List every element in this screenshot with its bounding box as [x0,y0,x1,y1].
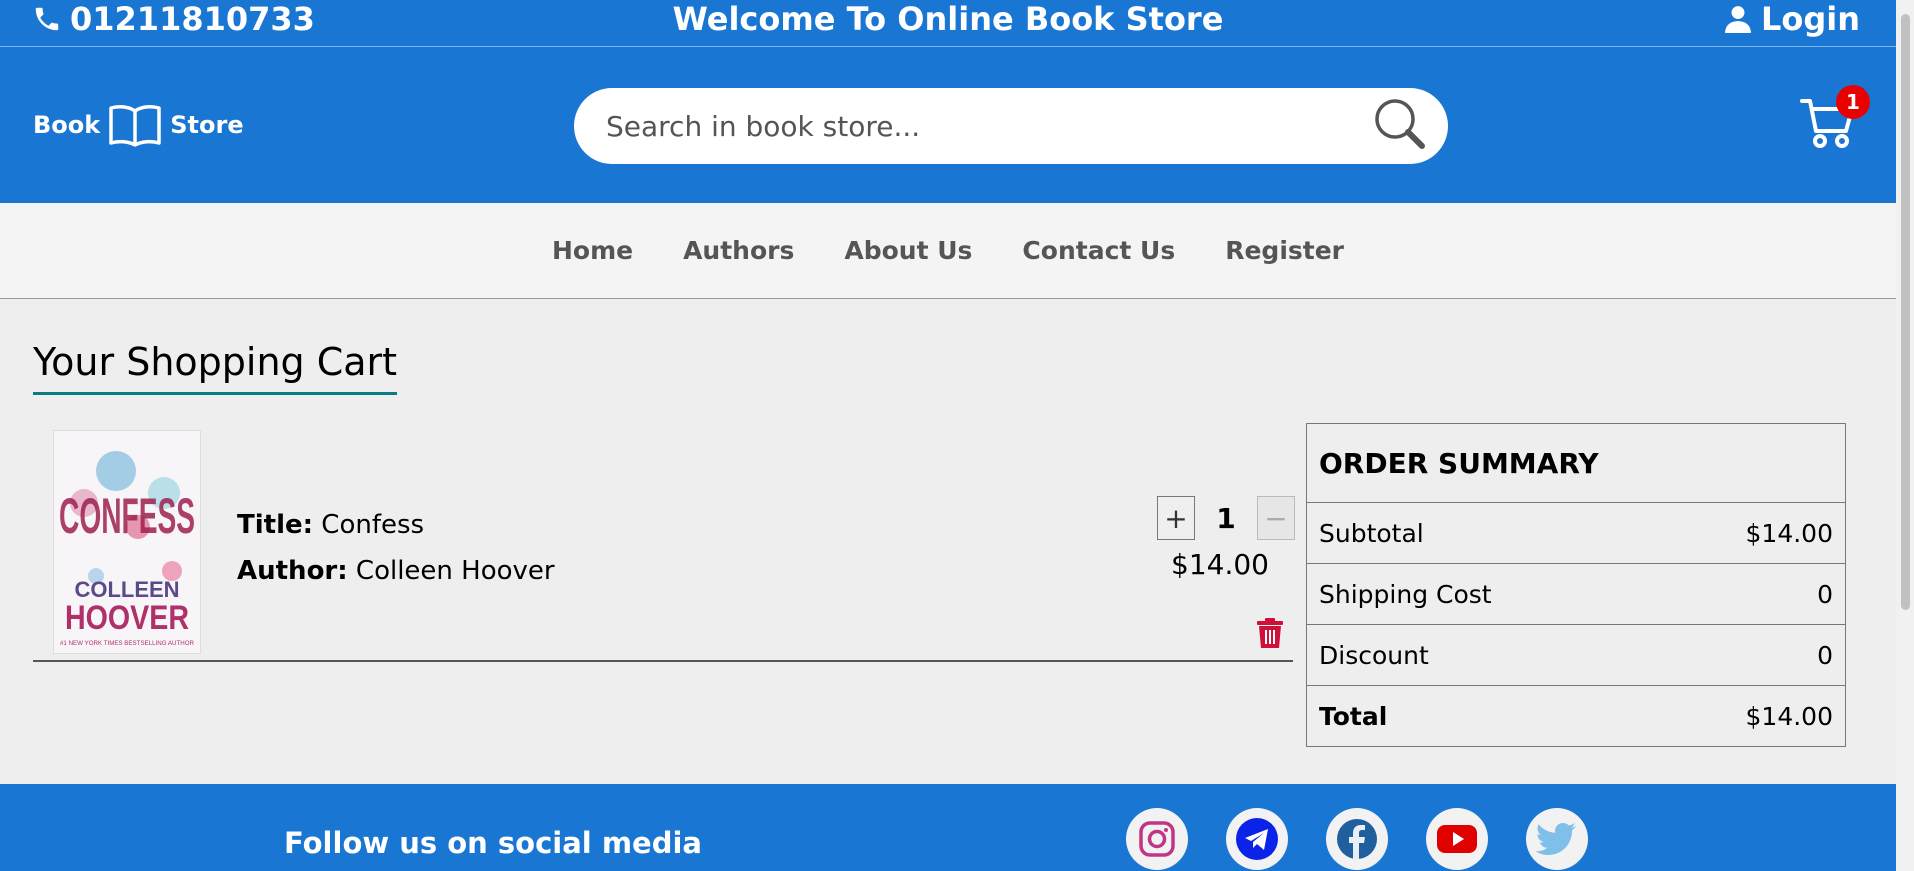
instagram-icon [1139,821,1175,857]
book-title-label: Title: [237,510,314,540]
nav-authors[interactable]: Authors [683,236,794,265]
nav-home[interactable]: Home [552,236,633,265]
summary-label: Total [1319,701,1388,731]
main-nav: Home Authors About Us Contact Us Registe… [0,203,1896,299]
store-logo[interactable]: Book Store [33,103,244,147]
nav-about-us[interactable]: About Us [844,236,972,265]
youtube-link[interactable] [1426,808,1488,870]
summary-row-total: Total $14.00 [1307,685,1845,746]
main-header: Book Store 1 [0,47,1896,203]
phone-number: 01211810733 [70,0,315,38]
book-title: Confess [321,510,425,540]
search-input[interactable] [604,108,1368,144]
cover-title: CONFESS [59,488,195,544]
cover-tagline: #1 NEW YORK TIMES BESTSELLING AUTHOR [60,641,195,647]
book-author-line: Author: Colleen Hoover [237,548,555,594]
telegram-icon [1236,818,1278,860]
book-title-line: Title: Confess [237,502,555,548]
summary-value: $14.00 [1745,518,1833,548]
logo-text-store: Store [170,111,244,139]
twitter-link[interactable] [1526,808,1588,870]
login-label: Login [1760,0,1860,38]
instagram-link[interactable] [1126,808,1188,870]
cart-count-badge: 1 [1836,85,1870,119]
decrease-quantity-button[interactable]: − [1257,496,1295,540]
book-author-label: Author: [237,556,348,586]
search-button[interactable] [1372,96,1428,156]
nav-register[interactable]: Register [1225,236,1344,265]
facebook-link[interactable] [1326,808,1388,870]
search-icon [1375,99,1425,149]
login-link[interactable]: Login [1725,0,1860,38]
trash-icon [1257,618,1283,648]
page-title: Your Shopping Cart [33,340,398,395]
telegram-link[interactable] [1226,808,1288,870]
phone-icon [35,7,59,31]
footer: Follow us on social media [0,784,1896,871]
top-bar: 01211810733 Welcome To Online Book Store… [0,0,1896,47]
summary-row-subtotal: Subtotal $14.00 [1307,502,1845,563]
book-author: Colleen Hoover [355,556,555,586]
summary-row-shipping: Shipping Cost 0 [1307,563,1845,624]
cover-author-last: HOOVER [65,599,189,637]
twitter-icon [1536,823,1576,855]
user-icon [1725,6,1751,33]
summary-row-discount: Discount 0 [1307,624,1845,685]
page-scrollbar[interactable] [1896,0,1914,871]
summary-label: Subtotal [1319,518,1424,548]
follow-us-text: Follow us on social media [284,826,702,860]
summary-label: Discount [1319,640,1429,670]
open-book-icon [109,105,161,147]
book-details: Title: Confess Author: Colleen Hoover [237,502,555,594]
cart-item: CONFESS COLLEEN HOOVER #1 NEW YORK TIMES… [33,430,1295,662]
phone-contact[interactable]: 01211810733 [32,0,315,38]
nav-contact-us[interactable]: Contact Us [1022,236,1175,265]
scrollbar-thumb[interactable] [1901,14,1910,610]
remove-item-button[interactable] [1257,618,1283,652]
summary-value: $14.00 [1745,701,1833,731]
summary-label: Shipping Cost [1319,579,1492,609]
increase-quantity-button[interactable]: + [1157,496,1195,540]
quantity-value: 1 [1216,501,1236,535]
book-cover-image[interactable]: CONFESS COLLEEN HOOVER #1 NEW YORK TIMES… [53,430,201,654]
order-summary-heading: ORDER SUMMARY [1319,446,1599,480]
order-summary: ORDER SUMMARY Subtotal $14.00 Shipping C… [1306,423,1846,747]
summary-value: 0 [1817,579,1833,609]
youtube-icon [1437,825,1477,853]
quantity-stepper: + 1 − [1157,496,1295,540]
item-price: $14.00 [1171,548,1269,581]
search-bar [574,88,1448,164]
facebook-icon [1337,819,1377,859]
cart-button[interactable]: 1 [1800,85,1870,155]
summary-value: 0 [1817,640,1833,670]
logo-text-book: Book [33,111,101,139]
